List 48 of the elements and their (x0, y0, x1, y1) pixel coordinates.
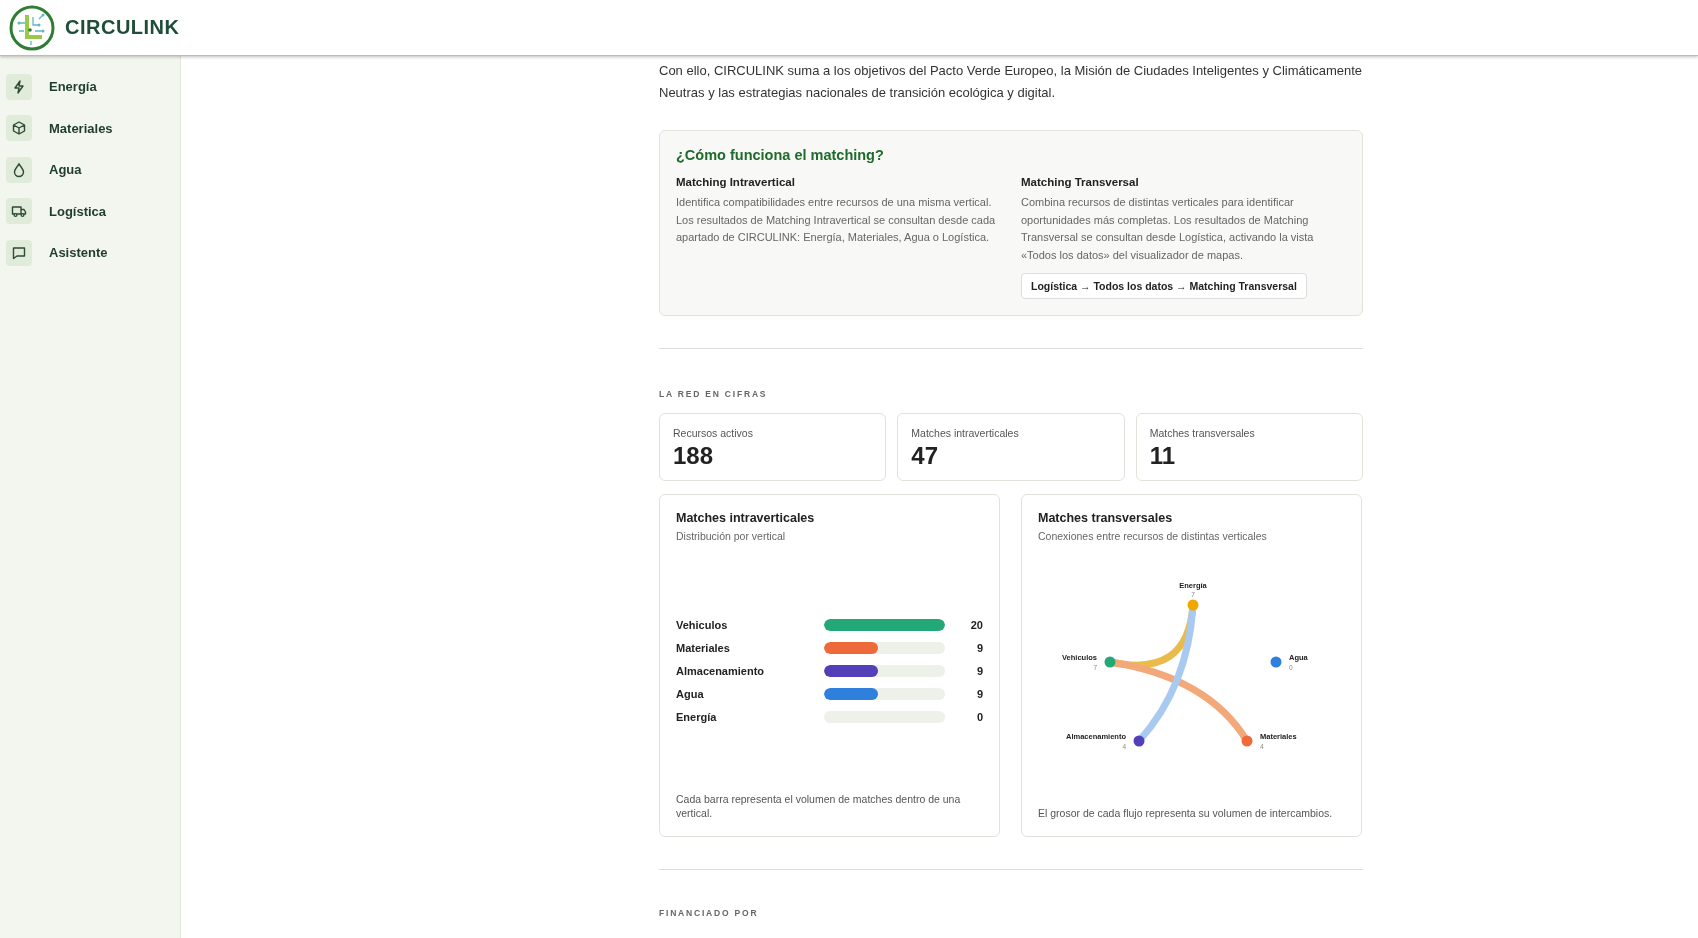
chart-note: Cada barra representa el volumen de matches dentro de una vertical. (676, 792, 962, 820)
column-text: Combina recursos de distintas verticales para identificar oportunidades más completas. Los resultados de Matching Transversal se consultan desde Logística, activando la vista «Todos los datos» del visualizador de mapas. (1021, 195, 1315, 263)
navigation-path: Logística → Todos los datos → Matching Transversal (1021, 273, 1307, 299)
bar-label: Agua (676, 688, 705, 700)
drop-icon (6, 156, 32, 183)
bar-value: 9 (975, 688, 983, 700)
chart-subtitle: Conexiones entre recursos de distintas verticales (1038, 530, 1268, 542)
sidebar-label: Materiales (49, 120, 113, 136)
column-text: Identifica compatibilidades entre recursos de una misma vertical. Los resultados de Matching Intravertical se consultan desde cada apartado de CIRCULINK: Energía, Materiales, Agua o Logística. (676, 195, 997, 245)
bolt-icon (6, 73, 32, 100)
bar-label: Almacenamiento (676, 665, 766, 677)
stat-value: 47 (911, 442, 940, 470)
sidebar-label: Asistente (49, 245, 108, 261)
sidebar-label: Agua (49, 162, 82, 178)
intro-paragraph: Con ello, CIRCULINK suma a los objetivos del Pacto Verde Europeo, la Misión de Ciudades Inteligentes y Climáticamente Neutras y las estrategias nacionales de transición ecológica y digital. (659, 62, 1363, 102)
brand-name: CIRCULINK (65, 16, 180, 39)
chart-title: Matches intraverticales (676, 511, 816, 525)
bar-value: 0 (975, 711, 983, 723)
bar-value: 20 (969, 619, 983, 631)
bar-label: Energía (676, 711, 718, 723)
sidebar-item[interactable]: Materiales (0, 107, 180, 149)
column-title: Matching Transversal (1021, 176, 1140, 188)
sidebar-label: Logística (49, 203, 107, 219)
cube-icon (6, 115, 32, 142)
column-title: Matching Intravertical (676, 176, 796, 188)
stat-value: 188 (673, 442, 715, 470)
stat-value: 11 (1149, 442, 1177, 470)
bar-label: Vehiculos (676, 619, 729, 631)
stat-label: Recursos activos (673, 427, 754, 439)
sidebar-label: Energía (49, 79, 97, 95)
truck-icon (6, 198, 32, 225)
chat-icon (6, 239, 32, 266)
sidebar-item[interactable]: Energía (0, 66, 180, 108)
bar-value: 9 (975, 642, 983, 654)
logo-icon (9, 4, 55, 51)
sidebar-item[interactable]: Agua (0, 149, 180, 191)
stat-label: Matches transversales (1149, 427, 1256, 439)
bar-value: 9 (975, 665, 983, 677)
chart-subtitle: Distribución por vertical (676, 530, 787, 542)
chart-note: El grosor de cada flujo representa su volumen de intercambios. (1038, 806, 1334, 820)
card-title: ¿Cómo funciona el matching? (676, 147, 885, 163)
chart-title: Matches transversales (1038, 511, 1174, 525)
stat-label: Matches intraverticales (911, 427, 1020, 439)
bar-label: Materiales (676, 642, 731, 654)
sidebar-item[interactable]: Logística (0, 190, 180, 232)
sidebar-item[interactable]: Asistente (0, 232, 180, 274)
section-heading: LA RED EN CIFRAS (659, 389, 769, 399)
section-heading: FINANCIADO POR (659, 908, 760, 918)
